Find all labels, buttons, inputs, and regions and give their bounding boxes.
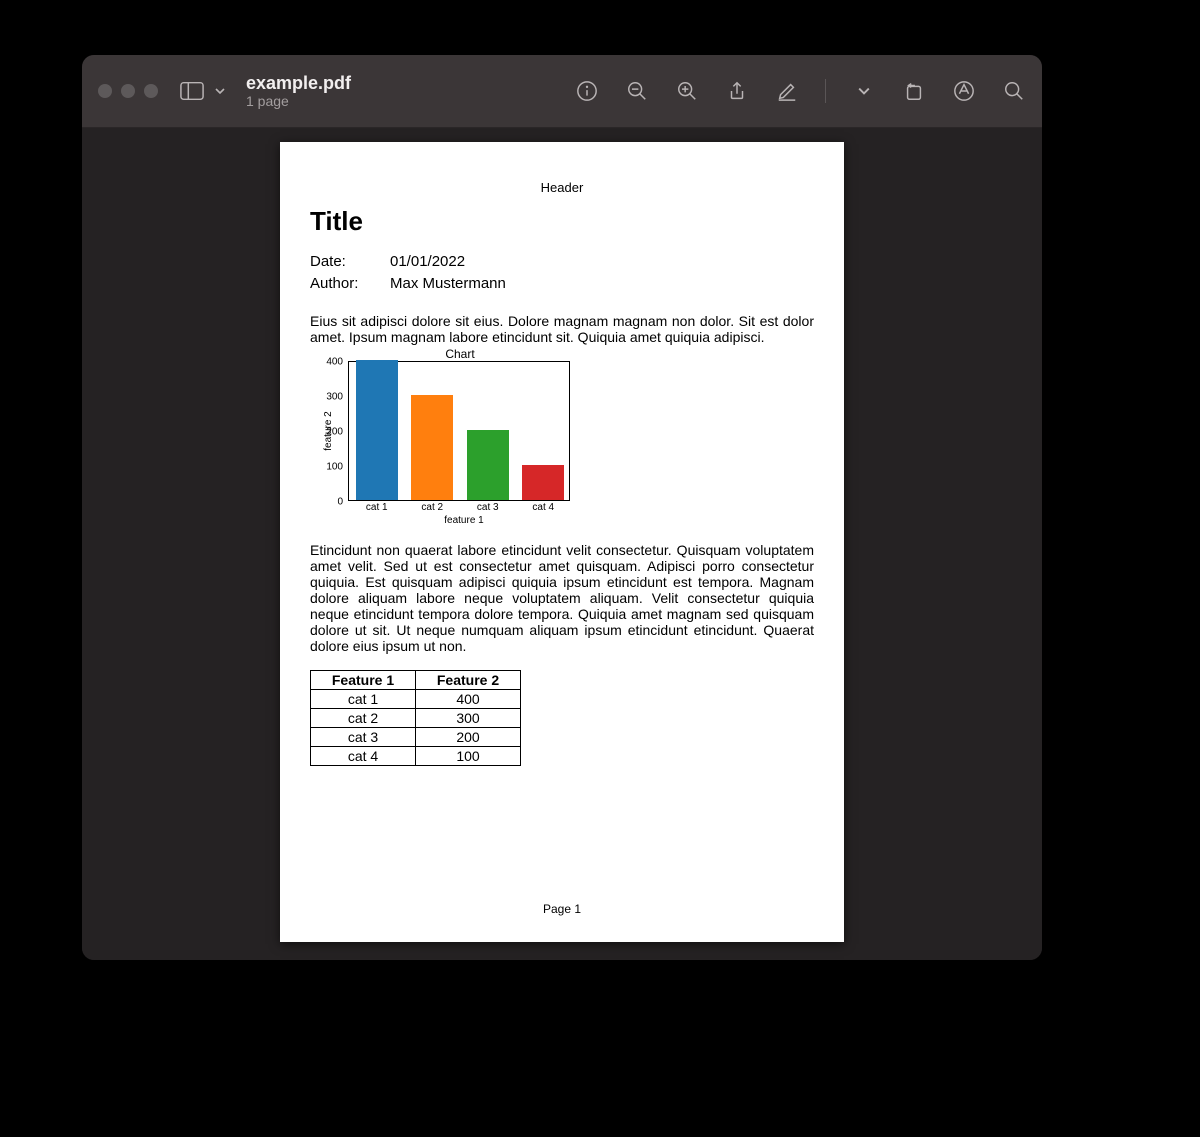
highlight-button[interactable] [952, 79, 976, 103]
meta-date-label: Date: [310, 251, 390, 273]
chart-ytick: 0 [319, 496, 343, 507]
page-body: Title Date: 01/01/2022 Author: Max Muste… [310, 206, 814, 766]
paragraph-1: Eius sit adipisci dolore sit eius. Dolor… [310, 313, 814, 345]
chart-plot-area: feature 2 0100200300400cat 1cat 2cat 3ca… [348, 361, 570, 501]
pdf-page: Header Page 1 Title Date: 01/01/2022 Aut… [280, 142, 844, 942]
search-button[interactable] [1002, 79, 1026, 103]
table-cell: 400 [416, 690, 521, 709]
page-header: Header [280, 180, 844, 195]
toolbar-separator [825, 79, 826, 103]
rotate-button[interactable] [902, 79, 926, 103]
chart-xtick: cat 4 [522, 500, 564, 513]
table-cell: cat 1 [311, 690, 416, 709]
table-cell: cat 3 [311, 728, 416, 747]
meta-author-label: Author: [310, 273, 390, 295]
sidebar-toggle-group[interactable] [180, 79, 232, 103]
table-row: cat 2300 [311, 709, 521, 728]
chart-xtick: cat 2 [411, 500, 453, 513]
data-table: Feature 1Feature 2 cat 1400cat 2300cat 3… [310, 670, 521, 766]
chart: Chart feature 2 0100200300400cat 1cat 2c… [310, 347, 580, 526]
table-row: cat 3200 [311, 728, 521, 747]
chart-title: Chart [340, 347, 580, 361]
zoom-in-button[interactable] [675, 79, 699, 103]
zoom-window-button[interactable] [144, 84, 158, 98]
document-viewport[interactable]: Header Page 1 Title Date: 01/01/2022 Aut… [82, 128, 1042, 960]
chart-bar [467, 430, 509, 500]
chart-xtick: cat 3 [467, 500, 509, 513]
chart-ytick: 200 [319, 426, 343, 437]
titlebar: example.pdf 1 page [82, 55, 1042, 128]
document-page-count: 1 page [246, 93, 351, 109]
meta-date-value: 01/01/2022 [390, 251, 465, 273]
document-filename: example.pdf [246, 73, 351, 94]
chevron-down-icon[interactable] [852, 79, 876, 103]
table-cell: 100 [416, 747, 521, 766]
chart-xlabel: feature 1 [348, 515, 580, 526]
meta-author-value: Max Mustermann [390, 273, 506, 295]
chart-ytick: 100 [319, 461, 343, 472]
share-button[interactable] [725, 79, 749, 103]
chevron-down-icon [208, 79, 232, 103]
paragraph-2: Etincidunt non quaerat labore etincidunt… [310, 542, 814, 655]
table-cell: cat 4 [311, 747, 416, 766]
close-window-button[interactable] [98, 84, 112, 98]
markup-button[interactable] [775, 79, 799, 103]
chart-bar [411, 395, 453, 500]
chart-ytick: 300 [319, 391, 343, 402]
window-controls [98, 84, 158, 98]
table-cell: 300 [416, 709, 521, 728]
document-title-block: example.pdf 1 page [246, 73, 351, 110]
table-cell: 200 [416, 728, 521, 747]
table-row: cat 1400 [311, 690, 521, 709]
page-footer: Page 1 [280, 902, 844, 916]
table-row: cat 4100 [311, 747, 521, 766]
document-heading: Title [310, 206, 814, 237]
toolbar-icons [575, 79, 1026, 103]
app-window: example.pdf 1 page [82, 55, 1042, 960]
info-button[interactable] [575, 79, 599, 103]
sidebar-icon [180, 79, 204, 103]
table-header: Feature 2 [416, 671, 521, 690]
minimize-window-button[interactable] [121, 84, 135, 98]
chart-bar [356, 360, 398, 500]
document-meta: Date: 01/01/2022 Author: Max Mustermann [310, 251, 814, 295]
chart-bar [522, 465, 564, 500]
table-header: Feature 1 [311, 671, 416, 690]
zoom-out-button[interactable] [625, 79, 649, 103]
chart-xtick: cat 1 [356, 500, 398, 513]
chart-ytick: 400 [319, 356, 343, 367]
table-cell: cat 2 [311, 709, 416, 728]
